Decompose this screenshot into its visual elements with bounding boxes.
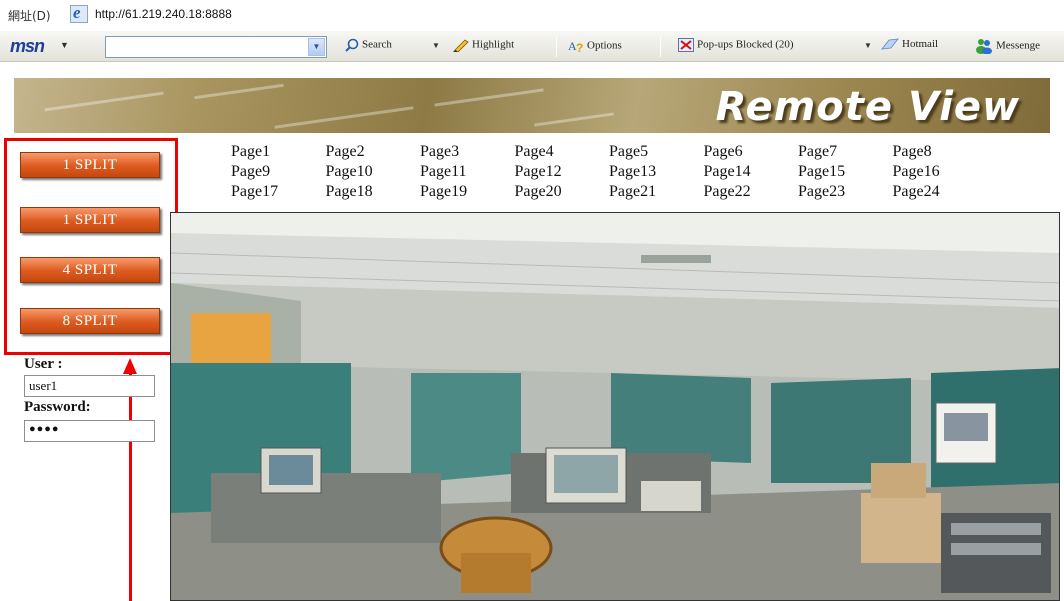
chevron-down-icon[interactable]: ▼ — [60, 40, 69, 50]
toolbar-divider — [660, 37, 661, 57]
page-link[interactable]: Page7 — [798, 143, 893, 163]
page-link[interactable]: Page11 — [420, 163, 515, 183]
msn-logo[interactable]: msn — [10, 36, 45, 57]
msn-search-input[interactable]: ▼ — [105, 36, 327, 58]
page-link[interactable]: Page2 — [326, 143, 421, 163]
options-label: Options — [587, 39, 622, 52]
address-label: 網址(D) — [8, 9, 51, 23]
hotmail-button[interactable]: Hotmail — [881, 38, 938, 50]
page-link[interactable]: Page17 — [231, 183, 326, 203]
highlighter-icon — [453, 39, 469, 52]
page-link[interactable]: Page18 — [326, 183, 421, 203]
highlight-button[interactable]: Highlight — [453, 38, 514, 52]
popup-blocked-icon — [678, 38, 694, 52]
page-link[interactable]: Page23 — [798, 183, 893, 203]
address-row: 網址(D) e http://61.219.240.18:8888 — [0, 0, 1064, 30]
split-4-button[interactable]: 4 SPLIT — [20, 257, 160, 283]
page-link[interactable]: Page10 — [326, 163, 421, 183]
page-link[interactable]: Page21 — [609, 183, 704, 203]
page-link[interactable]: Page16 — [893, 163, 988, 183]
remote-view-banner: Remote View — [14, 78, 1050, 133]
camera-view[interactable] — [170, 212, 1060, 601]
page-link[interactable]: Page1 — [231, 143, 326, 163]
page-link[interactable]: Page20 — [515, 183, 610, 203]
user-label: User : — [24, 356, 63, 372]
page-link[interactable]: Page9 — [231, 163, 326, 183]
page-link[interactable]: Page13 — [609, 163, 704, 183]
page-link[interactable]: Page4 — [515, 143, 610, 163]
search-icon — [345, 38, 359, 52]
chevron-down-icon[interactable]: ▼ — [864, 41, 872, 50]
page-link[interactable]: Page8 — [893, 143, 988, 163]
page-link[interactable]: Page5 — [609, 143, 704, 163]
page-links: Page1 Page2 Page3 Page4 Page5 Page6 Page… — [231, 143, 991, 203]
popups-blocked-button[interactable]: Pop-ups Blocked (20) — [678, 38, 794, 52]
annotation-arrow — [129, 372, 132, 601]
page-link[interactable]: Page22 — [704, 183, 799, 203]
popups-label: Pop-ups Blocked (20) — [697, 38, 794, 51]
page-link[interactable]: Page24 — [893, 183, 988, 203]
split-1-button[interactable]: 1 SPLIT — [20, 152, 160, 178]
ie-page-icon: e — [70, 3, 88, 23]
password-input[interactable]: ●●●● — [24, 420, 155, 442]
mail-icon — [881, 38, 899, 50]
page-link[interactable]: Page15 — [798, 163, 893, 183]
highlight-label: Highlight — [472, 38, 515, 51]
msn-toolbar: msn ▼ ▼ Search ▼ Highlight A ? Options P… — [0, 30, 1064, 62]
page-link[interactable]: Page14 — [704, 163, 799, 183]
search-button[interactable]: Search — [345, 38, 392, 52]
camera-image — [171, 213, 1059, 600]
split-1-alt-button[interactable]: 1 SPLIT — [20, 207, 160, 233]
address-url[interactable]: http://61.219.240.18:8888 — [95, 7, 232, 21]
options-icon: A ? — [568, 39, 583, 54]
page-link[interactable]: Page3 — [420, 143, 515, 163]
options-button[interactable]: A ? Options — [568, 38, 622, 54]
svg-text:?: ? — [576, 41, 583, 54]
user-input[interactable]: user1 — [24, 375, 155, 397]
toolbar-divider — [556, 37, 557, 57]
messenger-icon — [976, 39, 992, 54]
messenger-button[interactable]: Messenge — [975, 38, 1040, 54]
hotmail-label: Hotmail — [902, 38, 939, 50]
split-8-button[interactable]: 8 SPLIT — [20, 308, 160, 334]
page-link[interactable]: Page12 — [515, 163, 610, 183]
chevron-down-icon[interactable]: ▼ — [432, 41, 440, 50]
page-link[interactable]: Page6 — [704, 143, 799, 163]
search-label: Search — [362, 38, 392, 51]
page-link[interactable]: Page19 — [420, 183, 515, 203]
password-label: Password: — [24, 399, 91, 415]
chevron-down-icon[interactable]: ▼ — [308, 38, 325, 56]
banner-title: Remote View — [715, 84, 1020, 130]
messenger-label: Messenge — [996, 39, 1040, 52]
